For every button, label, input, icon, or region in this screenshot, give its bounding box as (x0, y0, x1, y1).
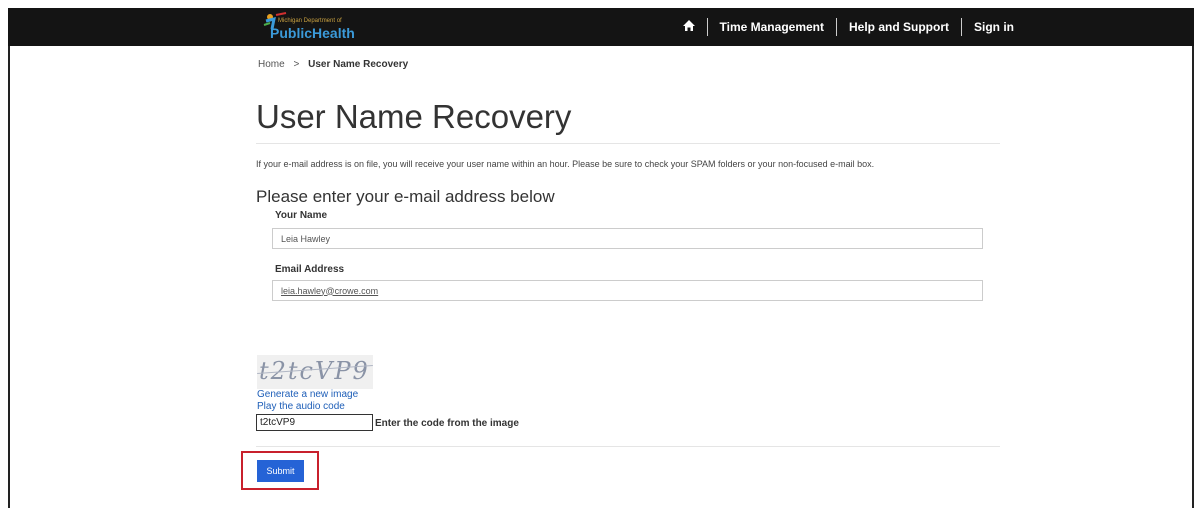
breadcrumb: Home > User Name Recovery (258, 59, 408, 70)
page-frame (8, 8, 1194, 508)
submit-button[interactable]: Submit (257, 460, 304, 482)
breadcrumb-separator: > (293, 59, 300, 70)
nav-divider (706, 18, 708, 36)
title-divider (256, 143, 1000, 144)
breadcrumb-home[interactable]: Home (258, 59, 285, 70)
nav-help-and-support[interactable]: Help and Support (849, 20, 949, 34)
nav-divider (836, 18, 837, 36)
top-navigation-bar: Michigan Department of PublicHealth Time… (8, 8, 1194, 46)
captcha-code-input[interactable] (256, 414, 373, 431)
name-input[interactable] (272, 228, 983, 249)
page-title: User Name Recovery (256, 98, 572, 135)
nav-time-management[interactable]: Time Management (720, 20, 824, 34)
logo-small-text: Michigan Department of (278, 18, 342, 24)
form-divider (256, 446, 1000, 447)
logo-main-text: PublicHealth (270, 25, 355, 41)
email-input[interactable] (272, 280, 983, 301)
captcha-image: t2tcVP9 (257, 355, 373, 389)
nav-divider (961, 18, 962, 36)
email-label: Email Address (275, 264, 345, 275)
info-text: If your e-mail address is on file, you w… (256, 159, 875, 169)
play-audio-link[interactable]: Play the audio code (257, 401, 345, 412)
main-nav: Time Management Help and Support Sign in (682, 8, 1014, 46)
form-subheading: Please enter your e-mail address below (256, 187, 555, 206)
public-health-logo[interactable]: Michigan Department of PublicHealth (256, 9, 355, 43)
captcha-code-label: Enter the code from the image (375, 418, 519, 429)
nav-sign-in[interactable]: Sign in (974, 20, 1014, 34)
generate-new-image-link[interactable]: Generate a new image (257, 389, 358, 400)
name-label: Your Name (275, 210, 328, 221)
breadcrumb-current: User Name Recovery (308, 59, 409, 70)
home-icon[interactable] (682, 20, 695, 34)
